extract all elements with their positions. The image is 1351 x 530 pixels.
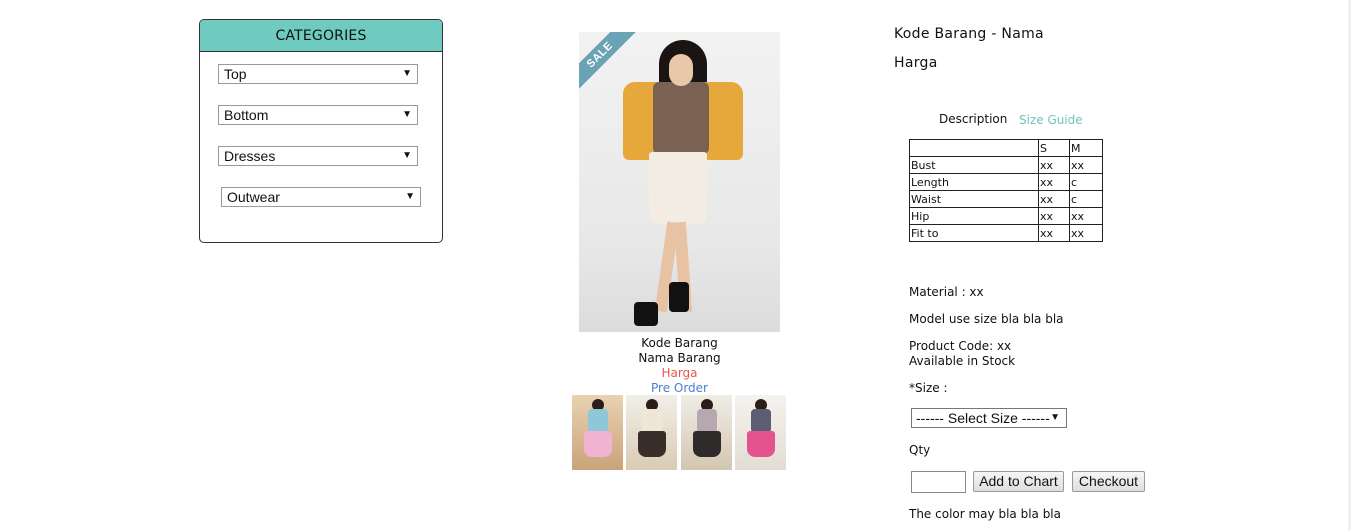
preorder-label[interactable]: Pre Order (579, 381, 780, 396)
product-code-caption: Kode Barang (641, 336, 718, 350)
product-thumbnail[interactable] (681, 395, 732, 470)
size-label: *Size : (909, 381, 948, 395)
category-select-label: Top (224, 66, 247, 82)
checkout-button[interactable]: Checkout (1072, 471, 1145, 492)
table-cell: c (1069, 173, 1103, 191)
tab-description[interactable]: Description (939, 112, 1007, 126)
table-cell: xx (1038, 173, 1070, 191)
table-row: Hip xx xx (909, 207, 1103, 225)
category-select-dresses[interactable]: Dresses ▼ (218, 146, 418, 166)
product-thumbnail[interactable] (735, 395, 786, 470)
table-cell: Fit to (909, 224, 1039, 242)
table-cell: xx (1038, 207, 1070, 225)
product-name-caption: Nama Barang (638, 351, 721, 365)
table-cell (909, 139, 1039, 157)
product-price-caption: Harga (661, 366, 698, 380)
table-cell: S (1038, 139, 1070, 157)
chevron-down-icon: ▼ (1050, 412, 1060, 423)
table-cell: Bust (909, 156, 1039, 174)
chevron-down-icon: ▼ (402, 109, 412, 120)
product-price: Harga (894, 55, 938, 71)
table-cell: xx (1038, 156, 1070, 174)
category-select-label: Outwear (227, 189, 280, 205)
table-row: Bust xx xx (909, 156, 1103, 174)
size-select-value: ------ Select Size ------ (916, 410, 1050, 426)
category-select-top[interactable]: Top ▼ (218, 64, 418, 84)
qty-label: Qty (909, 443, 931, 457)
product-thumbnail[interactable] (572, 395, 623, 470)
color-disclaimer: The color may bla bla bla (909, 507, 1061, 521)
product-code-text: Product Code: xx (909, 339, 1012, 353)
category-select-label: Dresses (224, 148, 276, 164)
product-title: Kode Barang - Nama (894, 26, 1044, 42)
table-row: Length xx c (909, 173, 1103, 191)
tab-size-guide[interactable]: Size Guide (1019, 113, 1083, 127)
table-row: Fit to xx xx (909, 224, 1103, 242)
table-cell: Waist (909, 190, 1039, 208)
categories-panel: CATEGORIES Top ▼ Bottom ▼ Dresses ▼ Outw… (199, 19, 443, 243)
category-select-label: Bottom (224, 107, 269, 123)
material-text: Material : xx (909, 285, 984, 299)
product-main-image[interactable]: SALE (579, 32, 780, 332)
category-select-outwear[interactable]: Outwear ▼ (221, 187, 421, 207)
table-cell: xx (1038, 224, 1070, 242)
model-size-text: Model use size bla bla bla (909, 312, 1064, 326)
table-cell: Length (909, 173, 1039, 191)
chevron-down-icon: ▼ (402, 150, 412, 161)
table-cell: xx (1069, 224, 1103, 242)
category-select-bottom[interactable]: Bottom ▼ (218, 105, 418, 125)
categories-title: CATEGORIES (200, 20, 442, 52)
chevron-down-icon: ▼ (405, 191, 415, 202)
table-cell: xx (1069, 156, 1103, 174)
table-row: Waist xx c (909, 190, 1103, 208)
table-cell: M (1069, 139, 1103, 157)
qty-input[interactable] (911, 471, 966, 493)
stock-status: Available in Stock (909, 354, 1016, 368)
table-cell: Hip (909, 207, 1039, 225)
size-guide-table: S M Bust xx xx Length xx c Waist xx c Hi… (909, 139, 1103, 242)
add-to-chart-button[interactable]: Add to Chart (973, 471, 1064, 492)
size-select[interactable]: ------ Select Size ------ ▼ (911, 408, 1067, 428)
chevron-down-icon: ▼ (402, 68, 412, 79)
table-header-row: S M (909, 139, 1103, 157)
table-cell: xx (1038, 190, 1070, 208)
product-thumbnail[interactable] (626, 395, 677, 470)
table-cell: xx (1069, 207, 1103, 225)
table-cell: c (1069, 190, 1103, 208)
